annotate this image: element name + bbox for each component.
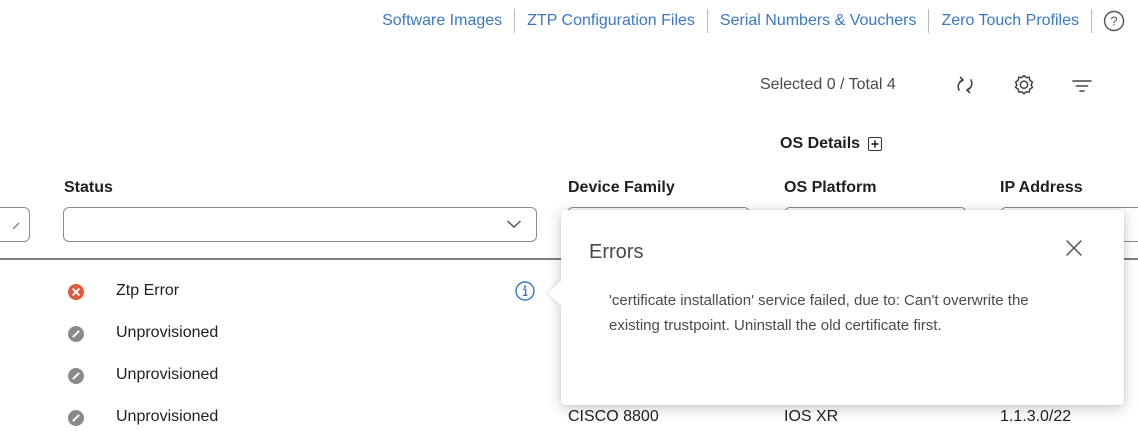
refresh-icon[interactable] — [953, 73, 977, 97]
status-text: Unprovisioned — [116, 324, 219, 341]
errors-popover: Errors 'certificate installation' servic… — [548, 210, 1124, 405]
column-header-device-family[interactable]: Device Family — [568, 179, 675, 197]
top-nav: Software Images ZTP Configuration Files … — [370, 9, 1126, 33]
popover-message: 'certificate installation' service faile… — [609, 292, 1029, 334]
question-circle-icon[interactable]: ? — [1102, 9, 1126, 33]
os-platform-cell: IOS XR — [784, 408, 839, 425]
status-text: Unprovisioned — [116, 408, 219, 425]
slash-circle-icon — [68, 368, 84, 384]
slash-circle-icon — [68, 410, 84, 426]
svg-text:?: ? — [1110, 14, 1117, 29]
column-header-ip-address[interactable]: IP Address — [1000, 179, 1083, 197]
popover-title: Errors — [589, 241, 644, 263]
device-family-cell: CISCO 8800 — [568, 408, 659, 425]
table-toolbar: Selected 0 / Total 4 — [760, 72, 896, 98]
nav-link-serial-numbers-vouchers[interactable]: Serial Numbers & Vouchers — [708, 9, 929, 33]
status-text: Ztp Error — [116, 282, 180, 299]
close-icon[interactable] — [1062, 236, 1086, 260]
plus-square-icon[interactable] — [868, 137, 883, 151]
os-details-label: OS Details — [780, 135, 861, 152]
filter-lines-icon[interactable] — [1070, 73, 1094, 97]
ip-address-cell: 1.1.3.0/22 — [1000, 408, 1072, 425]
status-filter-select[interactable] — [63, 207, 537, 242]
chevron-down-icon — [506, 220, 522, 229]
column-header-status[interactable]: Status — [64, 179, 113, 197]
status-text: Unprovisioned — [116, 366, 219, 383]
nav-divider — [1091, 9, 1092, 33]
info-icon[interactable] — [514, 280, 536, 302]
nav-link-software-images[interactable]: Software Images — [370, 9, 514, 33]
gear-icon[interactable] — [1012, 73, 1036, 97]
previous-column-filter[interactable] — [0, 207, 30, 242]
slash-circle-icon — [68, 326, 84, 342]
error-circle-icon — [68, 284, 84, 300]
os-details-group-header: OS Details — [780, 135, 883, 153]
nav-link-zero-touch-profiles[interactable]: Zero Touch Profiles — [929, 9, 1091, 33]
column-header-os-platform[interactable]: OS Platform — [784, 179, 876, 197]
selection-count: Selected 0 / Total 4 — [760, 76, 896, 93]
nav-link-ztp-configuration-files[interactable]: ZTP Configuration Files — [515, 9, 707, 33]
